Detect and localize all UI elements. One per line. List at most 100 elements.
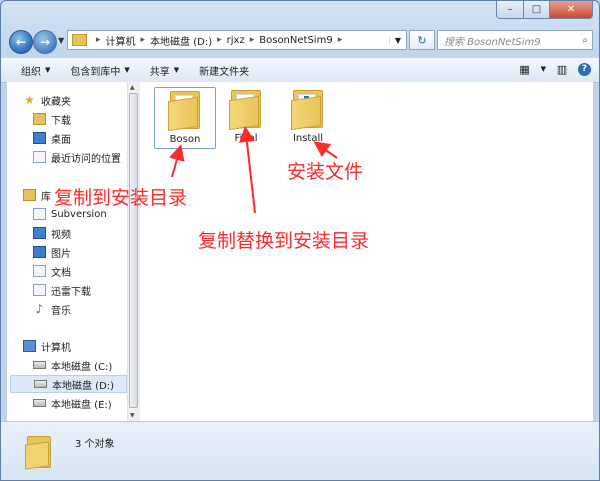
folder-name: Install xyxy=(292,133,324,144)
sidebar-item-drive-c[interactable]: 本地磁盘 (C:) xyxy=(33,356,127,374)
scroll-up-icon[interactable]: ▲ xyxy=(130,84,135,91)
breadcrumb-separator-icon[interactable]: ▸ xyxy=(141,35,146,45)
sidebar-item-label: 计算机 xyxy=(41,342,71,354)
sidebar-item-label: 本地磁盘 (D:) xyxy=(52,380,115,392)
folder-item-install[interactable]: Install xyxy=(277,87,339,149)
sidebar-item-thunder-downloads[interactable]: 迅雷下载 xyxy=(33,281,127,299)
folder-icon xyxy=(72,34,87,46)
folder-item-boson[interactable]: Boson xyxy=(154,87,216,149)
breadcrumb-separator-icon[interactable]: ▸ xyxy=(250,35,255,45)
new-folder-button[interactable]: 新建文件夹 xyxy=(189,63,259,78)
share-menu[interactable]: 共享 ▼ xyxy=(140,63,189,78)
caption-buttons: – □ ✕ xyxy=(496,1,593,19)
sidebar-item-favorites[interactable]: ★ 收藏夹 xyxy=(23,91,127,109)
breadcrumb-computer[interactable]: 计算机 xyxy=(106,33,136,48)
folder-icon xyxy=(229,90,263,131)
address-bar[interactable]: ▸ 计算机 ▸ 本地磁盘 (D:) ▸ rjxz ▸ BosonNetSim9 … xyxy=(67,30,407,50)
help-icon[interactable]: ? xyxy=(578,62,591,76)
sidebar-item-label: 最近访问的位置 xyxy=(51,153,121,165)
minimize-button[interactable]: – xyxy=(496,1,524,19)
sidebar-item-desktop[interactable]: 桌面 xyxy=(33,129,127,147)
sidebar-item-label: 库 xyxy=(41,191,51,203)
sidebar-item-pictures[interactable]: 图片 xyxy=(33,243,127,261)
refresh-button[interactable]: ↻ xyxy=(409,30,435,50)
address-history-dropdown[interactable]: ▼ xyxy=(389,35,406,45)
close-button[interactable]: ✕ xyxy=(550,1,593,19)
thunder-downloads-icon xyxy=(33,284,46,296)
include-library-label: 包含到库中 xyxy=(70,66,121,78)
desktop-icon xyxy=(33,132,46,144)
recent-pages-dropdown[interactable]: ▼ xyxy=(58,36,64,45)
include-in-library-menu[interactable]: 包含到库中 ▼ xyxy=(60,63,139,78)
libraries-icon xyxy=(23,189,36,201)
sidebar-item-label: 收藏夹 xyxy=(41,96,71,108)
forward-button[interactable]: → xyxy=(33,30,57,54)
documents-icon xyxy=(33,265,46,277)
breadcrumb-separator-icon[interactable]: ▸ xyxy=(217,35,222,45)
folder-item-final[interactable]: Final xyxy=(215,87,277,149)
details-pane: 3 个对象 xyxy=(1,421,599,480)
breadcrumb-bosonnetsim9[interactable]: BosonNetSim9 xyxy=(259,35,332,46)
sidebar-item-label: 下载 xyxy=(51,115,71,127)
search-input[interactable]: 搜索 BosonNetSim9 ⌕ xyxy=(437,30,593,50)
new-folder-label: 新建文件夹 xyxy=(199,66,250,78)
sidebar-item-label: 本地磁盘 (E:) xyxy=(51,399,112,411)
view-dropdown-icon[interactable]: ▼ xyxy=(541,65,546,73)
drive-icon xyxy=(33,399,46,407)
sidebar-item-documents[interactable]: 文档 xyxy=(33,262,127,280)
preview-pane-icon[interactable]: ▥ xyxy=(554,61,570,77)
pictures-icon xyxy=(33,246,46,258)
maximize-button[interactable]: □ xyxy=(524,1,550,19)
annotation-copy-replace: 复制替换到安装目录 xyxy=(198,230,370,252)
sidebar-item-downloads[interactable]: 下载 xyxy=(33,110,127,128)
search-placeholder: 搜索 BosonNetSim9 xyxy=(444,36,541,48)
downloads-folder-icon xyxy=(33,113,46,125)
drive-icon xyxy=(33,361,46,369)
folder-icon xyxy=(25,436,53,470)
music-icon: ♪ xyxy=(35,302,44,316)
sidebar-item-label: 迅雷下载 xyxy=(51,286,91,298)
search-icon[interactable]: ⌕ xyxy=(582,35,588,46)
annotation-install-file: 安装文件 xyxy=(287,161,364,183)
folder-name: Final xyxy=(234,133,258,144)
subversion-icon xyxy=(33,208,46,220)
sidebar-item-label: 图片 xyxy=(51,248,71,260)
chevron-down-icon: ▼ xyxy=(124,66,130,74)
sidebar-item-computer[interactable]: 计算机 xyxy=(23,337,127,355)
folder-name: Boson xyxy=(169,134,201,145)
breadcrumb-separator-icon[interactable]: ▸ xyxy=(338,35,343,45)
sidebar-item-videos[interactable]: 视频 xyxy=(33,224,127,242)
command-bar: 组织 ▼ 包含到库中 ▼ 共享 ▼ 新建文件夹 ▦ ▼ ▥ ? xyxy=(1,57,599,83)
sidebar-item-label: 本地磁盘 (C:) xyxy=(51,361,113,373)
videos-icon xyxy=(33,227,46,239)
chevron-down-icon: ▼ xyxy=(173,66,180,74)
folder-icon xyxy=(168,91,202,132)
sidebar-item-label: 音乐 xyxy=(51,305,71,317)
sidebar-item-label: 视频 xyxy=(51,229,71,241)
scroll-down-icon[interactable]: ▼ xyxy=(130,412,135,419)
organize-menu[interactable]: 组织 ▼ xyxy=(11,63,60,78)
breadcrumb-separator-icon[interactable]: ▸ xyxy=(96,35,101,45)
item-count: 3 个对象 xyxy=(75,439,115,450)
sidebar-item-label: 桌面 xyxy=(51,134,71,146)
folder-icon xyxy=(291,90,325,131)
computer-icon xyxy=(23,340,36,352)
sidebar-scrollbar[interactable]: ▲ ▼ xyxy=(127,82,140,421)
view-options-icon[interactable]: ▦ xyxy=(517,61,533,77)
organize-label: 组织 xyxy=(21,66,41,78)
sidebar-item-drive-d[interactable]: 本地磁盘 (D:) xyxy=(10,375,127,393)
sidebar-item-drive-e[interactable]: 本地磁盘 (E:) xyxy=(33,394,127,412)
breadcrumb-rjxz[interactable]: rjxz xyxy=(227,35,245,46)
breadcrumb-drive-d[interactable]: 本地磁盘 (D:) xyxy=(150,33,212,48)
recent-places-icon xyxy=(33,151,46,163)
scrollbar-thumb[interactable] xyxy=(129,93,138,408)
sidebar-item-recent-places[interactable]: 最近访问的位置 xyxy=(33,148,127,166)
sidebar-item-label: Subversion xyxy=(51,208,107,220)
navigation-pane: ★ 收藏夹 下载 桌面 最近访问的位置 库 Subversion 视频 图片 文… xyxy=(7,82,128,421)
chevron-down-icon: ▼ xyxy=(45,66,51,74)
star-icon: ★ xyxy=(24,93,35,107)
drive-icon xyxy=(34,380,47,388)
back-button[interactable]: ← xyxy=(9,30,33,54)
sidebar-item-label: 文档 xyxy=(51,267,71,279)
sidebar-item-music[interactable]: ♪ 音乐 xyxy=(33,300,127,318)
